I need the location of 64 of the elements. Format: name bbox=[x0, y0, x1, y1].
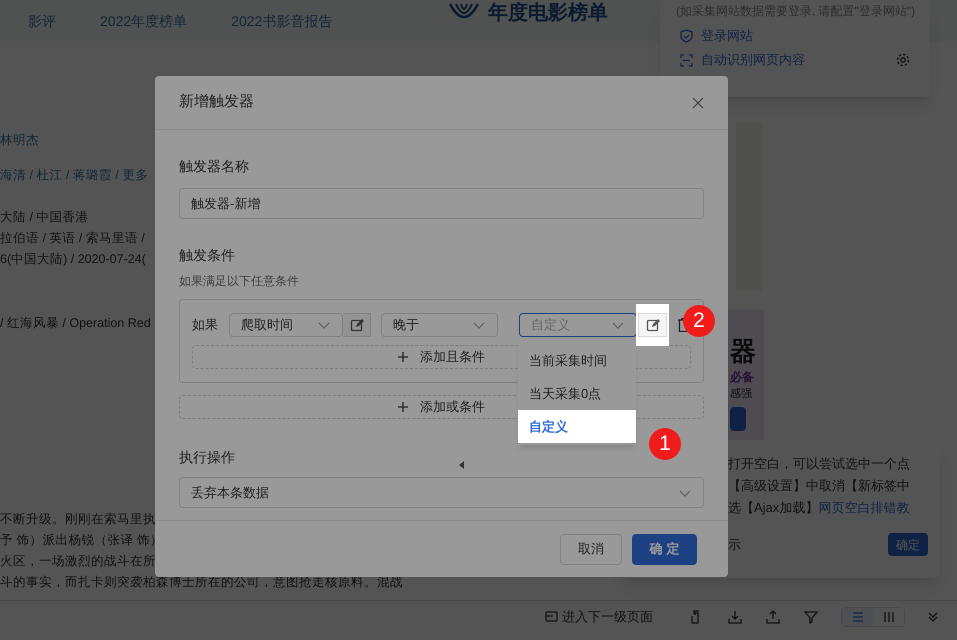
ad-title: 器 bbox=[730, 338, 757, 364]
movie-info-text: 6(中国大陆) / 2020-07-24( bbox=[0, 251, 146, 268]
movie-info-text: 拉伯语 / 英语 / 索马里语 / bbox=[0, 230, 145, 247]
synopsis-text: 火区，一场激烈的战斗在所 bbox=[0, 553, 156, 570]
columns-icon bbox=[882, 612, 894, 622]
edit-button[interactable] bbox=[638, 313, 667, 337]
synopsis-text: 不断升级。刚刚在索马里执 bbox=[0, 511, 156, 528]
step-badge: 2 bbox=[683, 305, 715, 337]
tip-confirm-button[interactable]: 确定 bbox=[888, 533, 928, 556]
action-select[interactable]: 丢弃本条数据 bbox=[179, 477, 704, 508]
banner-title: 年度电影榜单 bbox=[488, 1, 608, 25]
field-select[interactable]: 爬取时间 bbox=[229, 313, 343, 337]
cast-link[interactable]: 林明杰 bbox=[0, 131, 39, 150]
page-enter-icon bbox=[545, 611, 558, 623]
cancel-button[interactable]: 取消 bbox=[560, 534, 622, 564]
tip-text: 示 bbox=[728, 536, 741, 554]
ad-note: 感强 bbox=[730, 387, 753, 402]
next-page-button[interactable]: 进入下一级页面 bbox=[545, 607, 653, 627]
condition-prefix: 如果 bbox=[192, 316, 219, 334]
filter-icon[interactable] bbox=[803, 609, 819, 625]
upload-icon[interactable] bbox=[765, 609, 781, 625]
settings-icon[interactable] bbox=[896, 53, 910, 67]
edit-button[interactable] bbox=[343, 313, 371, 337]
double-chevron-icon[interactable] bbox=[927, 611, 939, 623]
operator-select[interactable]: 晚于 bbox=[381, 313, 498, 337]
synopsis-text: 予 饰）派出杨锐（张译 饰） bbox=[0, 532, 163, 549]
shield-icon bbox=[680, 29, 693, 43]
download-icon[interactable] bbox=[727, 609, 743, 625]
login-panel-link[interactable]: 自动识别网页内容 bbox=[701, 52, 888, 68]
dialog-title: 新增触发器 bbox=[179, 92, 254, 112]
nav-link[interactable]: 影评 bbox=[28, 10, 56, 32]
step-badge: 1 bbox=[649, 428, 681, 460]
ad-tagline: 必备 bbox=[730, 369, 755, 386]
tip-text: 打开空白，可以尝试选中一个点 bbox=[728, 455, 911, 473]
field-label: 触发器名称 bbox=[179, 157, 250, 176]
movie-info-text: 大陆 / 中国香港 bbox=[0, 209, 88, 226]
edit-icon bbox=[646, 318, 660, 332]
nav-link[interactable]: 2022书影音报告 bbox=[231, 10, 332, 32]
chevron-down-icon bbox=[472, 320, 486, 330]
nav-link[interactable]: 2022年度榜单 bbox=[100, 10, 188, 32]
chevron-down-icon bbox=[678, 488, 692, 498]
cast-link[interactable]: 海清 / 杜江 / 蒋璐霞 / 更多 bbox=[0, 166, 148, 185]
list-icon bbox=[852, 612, 864, 622]
edit-icon bbox=[350, 318, 364, 332]
plus-icon bbox=[398, 402, 408, 412]
field-label: 触发条件 bbox=[179, 246, 236, 265]
condition-hint: 如果满足以下任意条件 bbox=[179, 273, 300, 289]
list-view-button[interactable] bbox=[842, 608, 873, 626]
confirm-button[interactable]: 确 定 bbox=[632, 534, 697, 564]
name-input[interactable]: 触发器-新增 bbox=[179, 188, 704, 219]
tip-text: 【高级设置】中取消【新标签中 bbox=[728, 477, 911, 495]
scan-icon bbox=[680, 54, 693, 66]
chevron-down-icon bbox=[317, 320, 331, 330]
login-panel-link[interactable]: 登录网站 bbox=[701, 28, 910, 44]
plus-icon bbox=[398, 352, 408, 362]
tip-text: 选【Ajax加载】 bbox=[728, 499, 818, 517]
troubleshoot-link[interactable]: 网页空白排错教 bbox=[818, 497, 910, 519]
movie-info-text: / 红海风暴 / Operation Red bbox=[0, 315, 151, 332]
caret-left-icon bbox=[459, 461, 464, 469]
close-icon[interactable] bbox=[692, 96, 704, 108]
field-label: 执行操作 bbox=[179, 448, 235, 467]
chevron-down-icon bbox=[611, 320, 625, 330]
ad-button[interactable] bbox=[730, 406, 746, 430]
dropdown-option[interactable]: 自定义 bbox=[518, 410, 636, 443]
